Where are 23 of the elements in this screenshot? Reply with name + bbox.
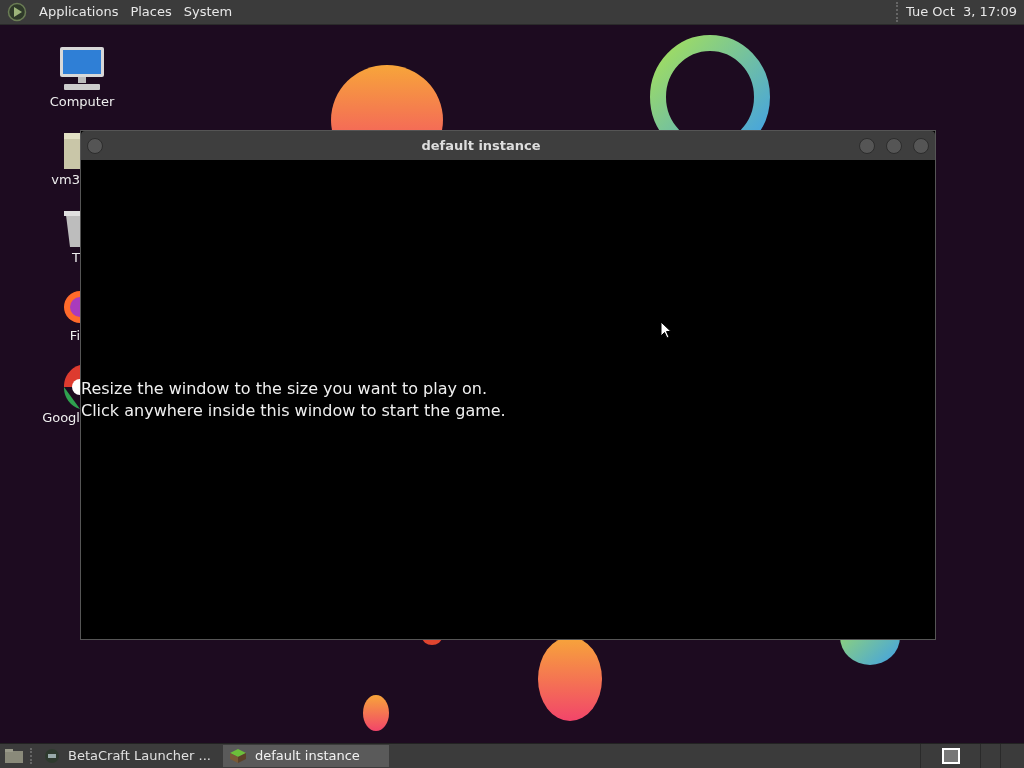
logo-icon[interactable] xyxy=(7,2,27,22)
icon-label[interactable]: Fi xyxy=(69,327,80,345)
trash-icon xyxy=(64,209,80,249)
icon-label[interactable]: vm3 xyxy=(51,171,80,189)
task-button[interactable]: BetaCraft Launcher ... xyxy=(38,745,217,767)
cursor-icon xyxy=(660,321,672,339)
game-message: Resize the window to the size you want to play on. xyxy=(81,378,489,400)
window-title: default instance xyxy=(420,136,542,155)
workspace-icon[interactable] xyxy=(941,748,960,764)
grass-block-icon xyxy=(228,748,247,764)
task-button[interactable]: default instance xyxy=(222,745,389,767)
game-message: Click anywhere inside this window to start the game. xyxy=(81,400,507,422)
panel-menu[interactable]: Places xyxy=(130,2,172,22)
show-desktop-icon[interactable] xyxy=(4,748,24,764)
app-icon xyxy=(44,748,60,764)
icon-label[interactable]: Googl xyxy=(42,409,80,427)
panel-menu[interactable]: System xyxy=(183,2,233,22)
panel-menu[interactable]: Applications xyxy=(39,2,119,22)
clock[interactable]: Tue Oct 3, 17:09 xyxy=(895,2,1017,22)
icon-label[interactable]: Computer xyxy=(49,93,115,111)
icon-label[interactable]: T xyxy=(72,249,80,267)
computer-icon xyxy=(58,45,106,93)
folder-icon xyxy=(64,131,80,171)
